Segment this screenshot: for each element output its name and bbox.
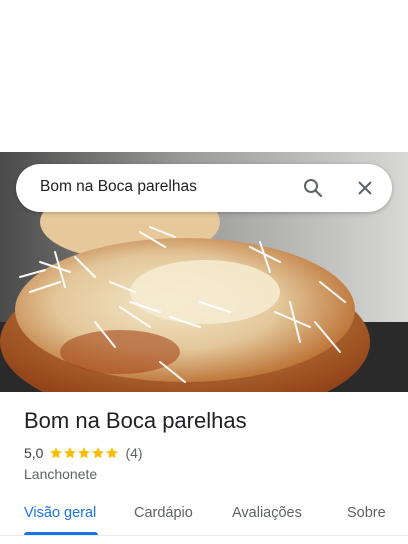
star-icon [92,447,105,459]
search-bar[interactable]: Bom na Boca parelhas [16,164,392,212]
star-icon [64,447,77,459]
star-icon [106,447,119,459]
star-icon [50,447,63,459]
tab-about[interactable]: Sobre [347,505,386,521]
rating-row: 5,0 (4) [24,445,143,461]
place-tabs: Visão geral Cardápio Avaliações Sobre [0,494,408,544]
star-rating [49,446,119,460]
search-icon[interactable] [301,176,325,200]
star-icon [78,447,91,459]
place-category[interactable]: Lanchonete [24,466,97,482]
tab-menu[interactable]: Cardápio [134,505,193,521]
rating-value: 5,0 [24,445,44,461]
tab-overview[interactable]: Visão geral [24,505,96,521]
review-count[interactable]: (4) [125,445,142,461]
close-icon[interactable] [353,176,377,200]
tab-reviews[interactable]: Avaliações [232,505,302,521]
search-input[interactable]: Bom na Boca parelhas [40,178,197,196]
tabs-divider [0,535,408,536]
place-title: Bom na Boca parelhas [24,408,247,433]
